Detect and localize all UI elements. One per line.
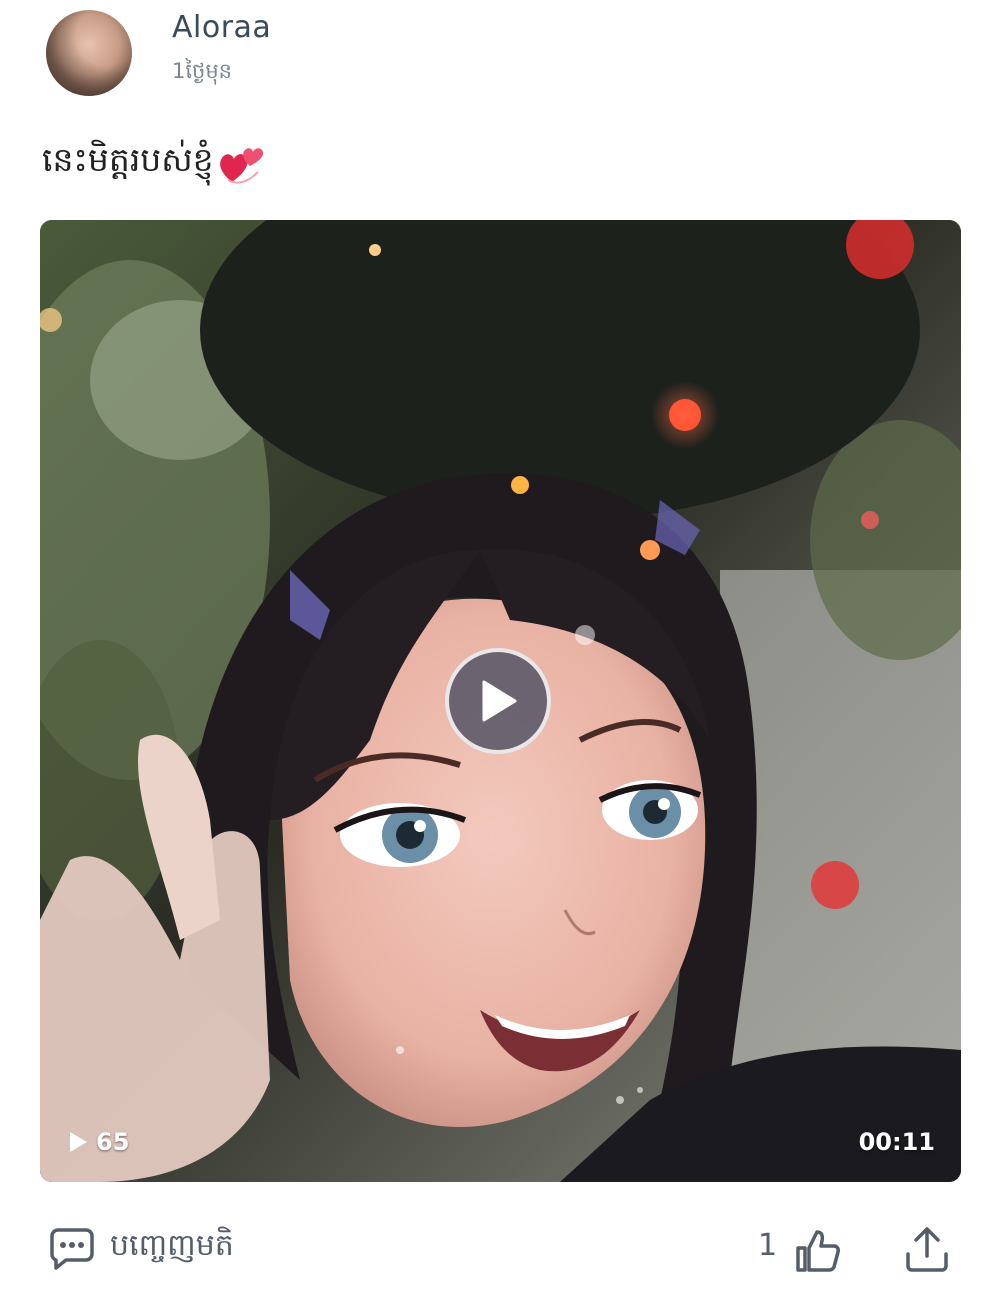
two-hearts-icon <box>218 142 266 186</box>
post-caption: នេះមិត្តរបស់ខ្ញុំ <box>42 140 266 188</box>
share-icon <box>906 1227 948 1272</box>
post-header: Aloraa 1ថ្ងៃមុន <box>0 0 1000 120</box>
comment-icon <box>50 1228 94 1270</box>
play-icon <box>70 1132 87 1152</box>
caption-text: នេះមិត្តរបស់ខ្ញុំ <box>42 140 214 179</box>
comment-button[interactable]: បញ្ចេញមតិ <box>48 1224 234 1272</box>
play-button[interactable] <box>445 648 551 754</box>
post-actions: បញ្ចេញមតិ 1 <box>0 1210 1000 1290</box>
video-player[interactable]: 65 00:11 <box>40 220 961 1182</box>
share-button[interactable] <box>902 1224 952 1274</box>
play-button-icon <box>482 680 517 722</box>
thumbs-up-icon <box>796 1230 840 1272</box>
author-name[interactable]: Aloraa <box>172 10 271 45</box>
comment-label: បញ្ចេញមតិ <box>110 1228 234 1263</box>
view-count: 65 <box>68 1128 129 1156</box>
avatar[interactable] <box>46 10 132 96</box>
post-timestamp: 1ថ្ងៃមុន <box>172 59 233 83</box>
view-count-value: 65 <box>96 1128 130 1156</box>
like-count: 1 <box>758 1228 778 1263</box>
like-button[interactable] <box>792 1226 842 1276</box>
video-duration: 00:11 <box>858 1128 935 1156</box>
